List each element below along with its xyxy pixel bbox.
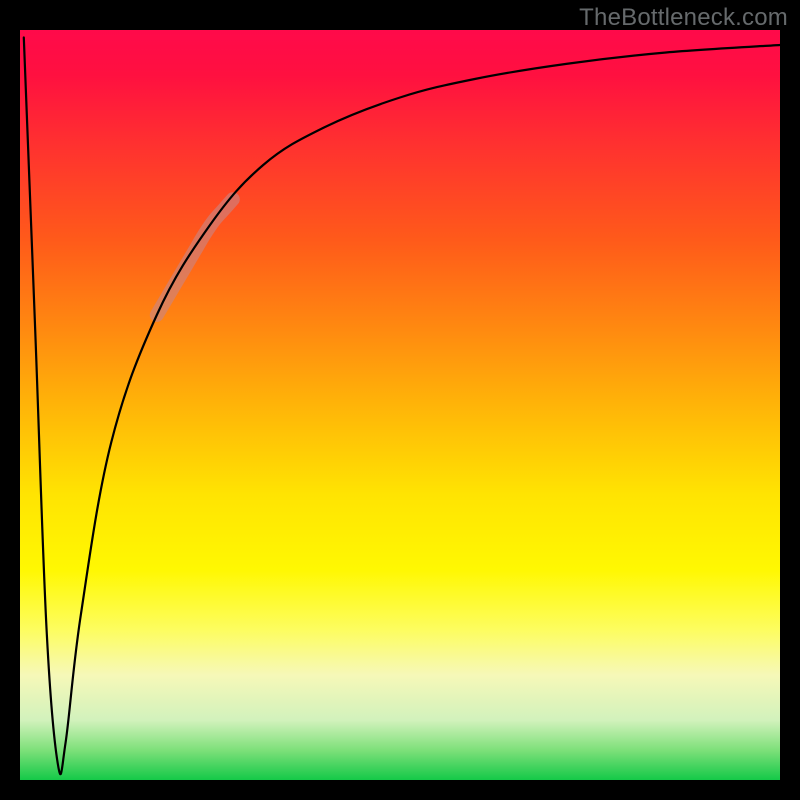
- watermark-text: TheBottleneck.com: [579, 4, 788, 32]
- highlight-segment: [157, 199, 233, 315]
- plot-area: [20, 30, 780, 780]
- chart-frame: TheBottleneck.com: [0, 0, 800, 800]
- bottleneck-curve: [24, 38, 780, 775]
- curve-svg: [20, 30, 780, 780]
